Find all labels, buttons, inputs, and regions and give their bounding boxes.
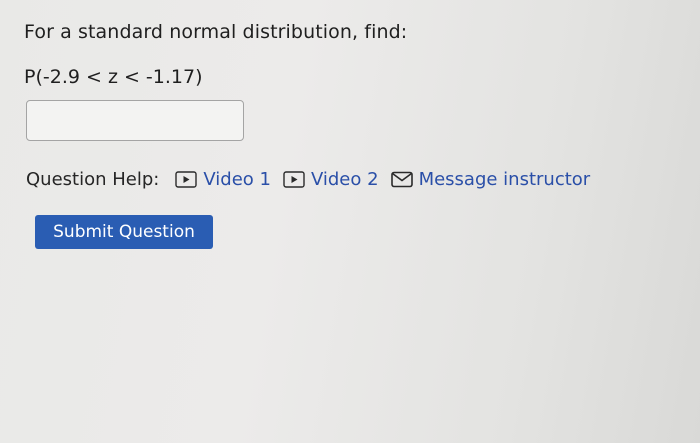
- question-prompt: For a standard normal distribution, find…: [24, 21, 408, 43]
- submit-question-button[interactable]: Submit Question: [35, 215, 213, 249]
- video-1-label: Video 1: [203, 168, 271, 190]
- video-1-link[interactable]: Video 1: [175, 169, 271, 190]
- video-play-icon: [283, 170, 305, 188]
- probability-expression: P(-2.9 < z < -1.17): [24, 66, 203, 88]
- answer-input[interactable]: [26, 100, 244, 141]
- question-page: For a standard normal distribution, find…: [0, 0, 700, 443]
- message-instructor-label: Message instructor: [418, 168, 591, 190]
- video-2-link[interactable]: Video 2: [283, 169, 379, 190]
- video-2-label: Video 2: [310, 168, 379, 190]
- question-help-row: Question Help: Video 1 Video 2 Message i…: [26, 166, 590, 192]
- message-instructor-link[interactable]: Message instructor: [390, 168, 591, 190]
- video-play-icon: [175, 170, 198, 188]
- question-help-label: Question Help:: [26, 168, 160, 190]
- envelope-icon: [390, 171, 413, 188]
